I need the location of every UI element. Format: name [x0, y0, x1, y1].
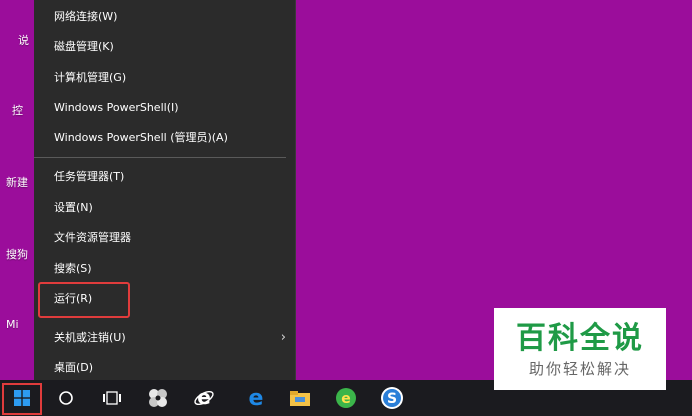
menu-item-label: Windows PowerShell (管理员)(A) [54, 131, 228, 144]
cortana-search-button[interactable] [46, 380, 86, 416]
svg-text:e: e [197, 387, 211, 409]
pinwheel-app-button[interactable] [138, 380, 178, 416]
task-view-button[interactable] [92, 380, 132, 416]
internet-explorer-button[interactable]: e [184, 380, 224, 416]
svg-text:e: e [341, 391, 351, 407]
menu-item-powershell-admin[interactable]: Windows PowerShell (管理员)(A) [34, 124, 296, 152]
pinwheel-app-icon [149, 389, 167, 407]
menu-item-label: Windows PowerShell(I) [54, 101, 179, 114]
desktop-label-2[interactable]: 控 [12, 102, 23, 118]
menu-item-disk-management[interactable]: 磁盘管理(K) [34, 33, 296, 61]
desktop-label-1[interactable]: 说 [18, 32, 29, 48]
chevron-right-icon: › [280, 330, 286, 345]
menu-item-shutdown-signout[interactable]: 关机或注销(U) › [34, 324, 296, 352]
menu-item-file-explorer[interactable]: 文件资源管理器 [34, 224, 296, 252]
menu-item-powershell[interactable]: Windows PowerShell(I) [34, 94, 296, 122]
file-explorer-icon [290, 391, 310, 406]
run-highlight-box [38, 282, 130, 318]
sogou-browser-button[interactable]: S [372, 380, 412, 416]
menu-item-network-connections[interactable]: 网络连接(W) [34, 3, 296, 31]
edge-button[interactable]: e [236, 380, 276, 416]
desktop-label-3[interactable]: 新建 [6, 174, 28, 190]
file-explorer-button[interactable] [280, 380, 320, 416]
desktop-label-5[interactable]: Mi [6, 318, 19, 331]
start-highlight-box [2, 383, 42, 415]
svg-text:e: e [249, 387, 264, 409]
winx-context-menu: 网络连接(W) 磁盘管理(K) 计算机管理(G) Windows PowerSh… [34, 0, 296, 382]
task-view-icon [103, 391, 121, 405]
360-browser-button[interactable]: e [326, 380, 366, 416]
svg-text:S: S [387, 391, 397, 407]
360-browser-icon: e [336, 388, 356, 408]
menu-item-label: 任务管理器(T) [54, 170, 125, 183]
desktop-label-4[interactable]: 搜狗 [6, 246, 28, 262]
menu-item-task-manager[interactable]: 任务管理器(T) [34, 163, 296, 191]
menu-item-computer-management[interactable]: 计算机管理(G) [34, 64, 296, 92]
watermark-logo: 百科全说 助你轻松解决 [494, 308, 666, 390]
menu-item-label: 桌面(D) [54, 361, 94, 374]
edge-icon: e [249, 387, 264, 409]
menu-item-label: 网络连接(W) [54, 10, 118, 23]
menu-item-label: 搜索(S) [54, 262, 92, 275]
menu-item-search[interactable]: 搜索(S) [34, 255, 296, 283]
watermark-title: 百科全说 [516, 321, 644, 356]
sogou-browser-icon: S [381, 387, 403, 409]
internet-explorer-icon: e [194, 387, 214, 409]
menu-item-settings[interactable]: 设置(N) [34, 194, 296, 222]
cortana-search-icon [59, 391, 73, 405]
desktop-icon-labels: 说 控 新建 搜狗 Mi [0, 0, 34, 380]
menu-item-label: 设置(N) [54, 201, 93, 214]
menu-item-label: 文件资源管理器 [54, 231, 131, 244]
menu-item-label: 磁盘管理(K) [54, 40, 114, 53]
watermark-subtitle: 助你轻松解决 [528, 360, 631, 378]
menu-item-label: 关机或注销(U) [54, 331, 126, 344]
menu-separator [34, 157, 286, 158]
menu-item-desktop[interactable]: 桌面(D) [34, 354, 296, 382]
menu-item-label: 计算机管理(G) [54, 71, 127, 84]
